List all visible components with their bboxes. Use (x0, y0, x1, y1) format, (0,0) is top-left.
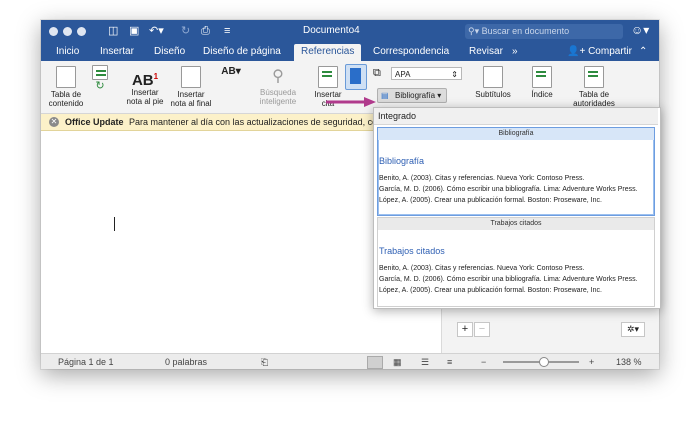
status-bar: Página 1 de 1 0 palabras ⎗ ▦ ☰ ≡ − + 138… (41, 353, 659, 369)
insert-endnote-button[interactable]: Insertar nota al final (169, 66, 213, 108)
captions-icon (483, 66, 503, 88)
draft-icon[interactable]: ≡ (447, 354, 452, 369)
gallery-item-title: Trabajos citados (379, 246, 445, 256)
remove-source-button: − (474, 322, 490, 337)
bibliography-label: Bibliografía (395, 91, 436, 100)
next-footnote-icon: AB▾ (221, 66, 241, 77)
citation-line: López, A. (2005). Crear una publicación … (379, 197, 602, 204)
zoom-out-button[interactable]: − (481, 354, 486, 369)
insert-citation-icon (318, 66, 338, 88)
tab-referencias[interactable]: Referencias (294, 44, 362, 61)
search-icon: ⚲▾ (468, 26, 482, 36)
tab-correspondencia[interactable]: Correspondencia (373, 46, 449, 57)
zoom-slider-knob[interactable] (539, 357, 549, 367)
share-label: Compartir (588, 46, 632, 57)
toa-icon (584, 66, 604, 88)
tab-insertar[interactable]: Insertar (100, 46, 134, 57)
add-text-icon (92, 65, 108, 80)
redo-icon: ↻ (181, 25, 191, 37)
add-person-icon: 👤+ (567, 46, 589, 57)
customize-toolbar-icon[interactable]: ≡ (224, 25, 230, 38)
update-table-icon[interactable]: ↻ (95, 80, 104, 92)
toc-label: Tabla de contenido (48, 90, 84, 108)
style-icon: ⧉ (373, 67, 381, 79)
zoom-in-button[interactable]: + (589, 354, 594, 369)
captions-button[interactable]: Subtítulos (471, 66, 515, 99)
gear-icon[interactable]: ✲▾ (621, 322, 645, 337)
tab-inicio[interactable]: Inicio (56, 46, 79, 57)
index-icon (532, 66, 552, 88)
bibliography-icon: ▤ (381, 91, 389, 100)
citation-line: López, A. (2005). Crear una publicación … (379, 287, 602, 294)
smart-lookup-label: Búsqueda inteligente (259, 88, 297, 106)
citation-style-select[interactable]: APA ⇕ (391, 67, 462, 80)
next-footnote-button[interactable]: AB▾ (217, 66, 245, 77)
collapse-ribbon-icon[interactable]: ⌃ (639, 46, 647, 57)
document-title: Documento4 (303, 25, 360, 36)
smart-lookup-button[interactable]: ⚲ Búsqueda inteligente (253, 66, 303, 106)
gallery-item-title: Bibliografía (379, 156, 425, 166)
citation-line: Benito, A. (2003). Citas y referencias. … (379, 265, 585, 272)
ribbon-tabs: Inicio Insertar Diseño Diseño de página … (41, 43, 659, 61)
infobar-message: Para mantener al día con las actualizaci… (129, 117, 383, 127)
gallery-item-bar: Bibliografía (378, 128, 654, 140)
close-window-button[interactable] (49, 27, 58, 36)
print-icon[interactable]: ⎙ (201, 25, 210, 38)
gallery-item-bibliografia[interactable]: Bibliografía Bibliografía Benito, A. (20… (377, 127, 655, 216)
insert-footnote-button[interactable]: AB1 Insertar nota al pie (123, 66, 167, 106)
bibliography-gallery: Integrado Bibliografía Bibliografía Beni… (373, 107, 661, 309)
search-placeholder: Buscar en documento (481, 26, 570, 36)
endnote-icon (181, 66, 201, 88)
gallery-header: Integrado (374, 108, 658, 125)
endnote-label: Insertar nota al final (170, 90, 212, 108)
toc-button[interactable]: Tabla de contenido (47, 66, 85, 108)
manage-sources-icon[interactable] (345, 64, 367, 90)
text-cursor (114, 217, 115, 231)
page-count: Página 1 de 1 (58, 357, 114, 367)
footnote-icon: AB1 (131, 72, 159, 89)
citation-line: García, M. D. (2006). Cómo escribir una … (379, 276, 638, 283)
gallery-item-trabajos-citados[interactable]: Trabajos citados Trabajos citados Benito… (377, 217, 655, 307)
captions-label: Subtítulos (475, 90, 511, 99)
zoom-window-button[interactable] (77, 27, 86, 36)
minimize-window-button[interactable] (63, 27, 72, 36)
add-text-button[interactable]: ↻ (89, 65, 111, 92)
undo-icon[interactable]: ↶▾ (149, 25, 164, 38)
index-button[interactable]: Índice (527, 66, 557, 99)
citation-line: Benito, A. (2003). Citas y referencias. … (379, 175, 585, 182)
sidebar-toggle-icon[interactable]: ◫ (108, 25, 118, 38)
outline-icon[interactable]: ☰ (421, 354, 429, 369)
alert-icon: ✕ (49, 117, 59, 127)
smart-lookup-icon: ⚲ (272, 68, 284, 85)
add-source-button[interactable]: + (457, 322, 473, 337)
infobar-title: Office Update (65, 117, 124, 127)
save-icon[interactable]: ▣ (129, 25, 139, 38)
toa-label: Tabla de autoridades (573, 90, 615, 108)
word-count: 0 palabras (165, 357, 208, 367)
share-button[interactable]: 👤+ Compartir (567, 46, 632, 57)
citation-style-value: APA (395, 70, 411, 79)
gallery-item-bar: Trabajos citados (378, 218, 654, 230)
title-bar: ◫ ▣ ↶▾ ↻ ⎙ ≡ Documento4 ⚲▾ Buscar en doc… (41, 20, 659, 43)
feedback-smiley-icon[interactable]: ☺▾ (631, 23, 649, 37)
toc-icon (56, 66, 76, 88)
tab-diseno-pagina[interactable]: Diseño de página (203, 46, 281, 57)
pointer-arrow-icon (326, 97, 376, 107)
web-layout-icon[interactable]: ▦ (393, 354, 402, 369)
more-tabs-button[interactable]: » (512, 46, 518, 57)
proofing-icon[interactable]: ⎗ (261, 354, 268, 369)
index-label: Índice (531, 90, 553, 99)
tab-diseno[interactable]: Diseño (154, 46, 185, 57)
citation-line: García, M. D. (2006). Cómo escribir una … (379, 186, 638, 193)
tab-revisar[interactable]: Revisar (469, 46, 503, 57)
footnote-label: Insertar nota al pie (126, 88, 164, 106)
toa-button[interactable]: Tabla de autoridades (569, 66, 619, 108)
search-input[interactable]: ⚲▾ Buscar en documento (465, 24, 623, 39)
zoom-level: 138 % (616, 357, 642, 367)
print-layout-icon[interactable] (367, 356, 383, 369)
select-arrows-icon: ⇕ (451, 70, 458, 79)
bibliography-button[interactable]: ▤ Bibliografía ▾ (377, 88, 447, 103)
